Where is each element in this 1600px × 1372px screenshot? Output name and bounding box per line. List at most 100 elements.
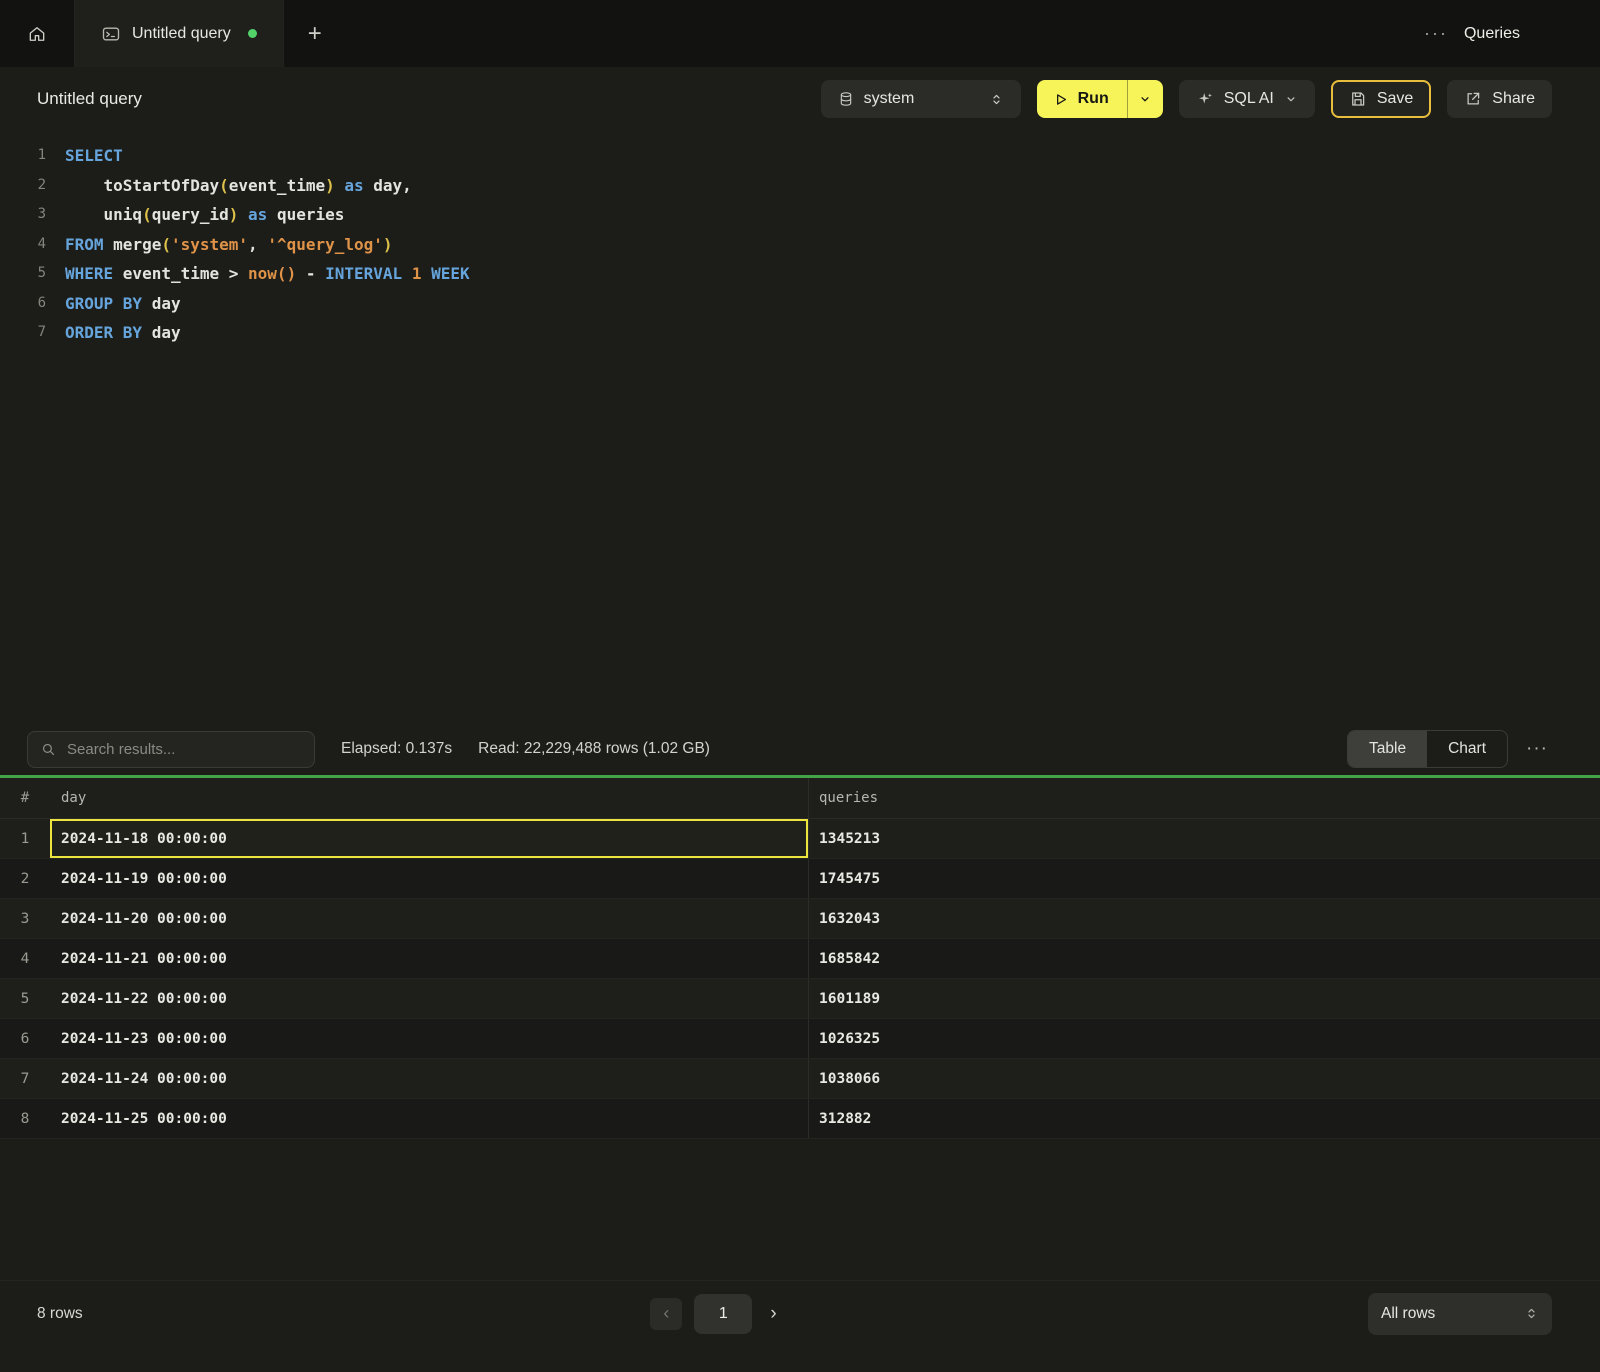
code-token: merge — [113, 235, 161, 254]
queries-cell[interactable]: 1745475 — [808, 859, 1600, 898]
query-toolbar: Untitled query system Run — [0, 67, 1600, 131]
code-line[interactable]: 4FROM merge('system', '^query_log') — [0, 230, 1600, 260]
code-text: uniq(query_id) as queries — [46, 200, 344, 230]
row-number-cell[interactable]: 4 — [0, 939, 50, 978]
share-button[interactable]: Share — [1447, 80, 1552, 118]
col-header-queries[interactable]: queries — [808, 778, 1600, 818]
queries-cell[interactable]: 1038066 — [808, 1059, 1600, 1098]
code-token: 'system' — [171, 235, 248, 254]
results-header-row: # day queries — [0, 778, 1600, 819]
play-icon — [1052, 91, 1069, 108]
home-button[interactable] — [0, 0, 75, 67]
code-text: FROM merge('system', '^query_log') — [46, 230, 393, 260]
code-token: event_time — [123, 264, 229, 283]
code-token: ( — [142, 205, 152, 224]
share-label: Share — [1492, 90, 1535, 108]
queries-cell[interactable]: 312882 — [808, 1099, 1600, 1138]
line-number: 2 — [0, 171, 46, 201]
results-more-icon[interactable]: ··· — [1522, 738, 1552, 760]
view-table-tab[interactable]: Table — [1348, 731, 1427, 767]
day-cell[interactable]: 2024-11-18 00:00:00 — [50, 819, 808, 858]
table-row[interactable]: 42024-11-21 00:00:001685842 — [0, 939, 1600, 979]
day-cell[interactable]: 2024-11-24 00:00:00 — [50, 1059, 808, 1098]
code-line[interactable]: 1 SELECT — [0, 141, 1600, 171]
queries-menu-button[interactable]: Queries — [1464, 25, 1520, 43]
run-button[interactable]: Run — [1037, 80, 1127, 118]
day-cell[interactable]: 2024-11-25 00:00:00 — [50, 1099, 808, 1138]
sparkle-icon — [1196, 90, 1214, 108]
search-results-input[interactable] — [67, 741, 302, 758]
code-token: ) — [229, 205, 239, 224]
table-row[interactable]: 82024-11-25 00:00:00312882 — [0, 1099, 1600, 1139]
row-number-cell[interactable]: 2 — [0, 859, 50, 898]
code-line[interactable]: 3 uniq(query_id) as queries — [0, 200, 1600, 230]
code-token: SELECT — [65, 146, 123, 165]
view-chart-tab[interactable]: Chart — [1427, 731, 1507, 767]
table-row[interactable]: 52024-11-22 00:00:001601189 — [0, 979, 1600, 1019]
code-line[interactable]: 6GROUP BY day — [0, 289, 1600, 319]
pagination: ‹ 1 › — [650, 1294, 782, 1334]
code-token: INTERVAL — [325, 264, 412, 283]
footer-right: All rows — [861, 1293, 1552, 1335]
line-number: 7 — [0, 318, 46, 348]
day-cell[interactable]: 2024-11-23 00:00:00 — [50, 1019, 808, 1058]
row-number-cell[interactable]: 3 — [0, 899, 50, 938]
code-token: uniq — [65, 205, 142, 224]
table-row[interactable]: 12024-11-18 00:00:001345213 — [0, 819, 1600, 859]
overflow-menu-icon[interactable]: ··· — [1424, 23, 1448, 44]
database-selector[interactable]: system — [821, 80, 1021, 118]
save-button[interactable]: Save — [1331, 80, 1431, 118]
up-down-chevrons-icon — [989, 91, 1004, 108]
day-cell[interactable]: 2024-11-19 00:00:00 — [50, 859, 808, 898]
table-row[interactable]: 22024-11-19 00:00:001745475 — [0, 859, 1600, 899]
home-icon — [27, 24, 47, 44]
page-number-button[interactable]: 1 — [694, 1294, 752, 1334]
queries-cell[interactable]: 1685842 — [808, 939, 1600, 978]
row-number-cell[interactable]: 5 — [0, 979, 50, 1018]
code-token: GROUP BY — [65, 294, 152, 313]
queries-cell[interactable]: 1345213 — [808, 819, 1600, 858]
row-number-cell[interactable]: 6 — [0, 1019, 50, 1058]
code-token: day — [152, 294, 181, 313]
rows-per-page-selector[interactable]: All rows — [1368, 1293, 1552, 1335]
editor-lines: 1 SELECT 2 toStartOfDay(event_time) as day… — [0, 141, 1600, 348]
sql-ai-button[interactable]: SQL AI — [1179, 80, 1315, 118]
code-token: > — [229, 264, 248, 283]
day-cell[interactable]: 2024-11-20 00:00:00 — [50, 899, 808, 938]
table-row[interactable]: 32024-11-20 00:00:001632043 — [0, 899, 1600, 939]
line-number: 3 — [0, 200, 46, 230]
sql-editor[interactable]: 1 SELECT 2 toStartOfDay(event_time) as day… — [0, 131, 1600, 723]
search-results-box[interactable] — [27, 731, 315, 768]
queries-cell[interactable]: 1026325 — [808, 1019, 1600, 1058]
table-row[interactable]: 62024-11-23 00:00:001026325 — [0, 1019, 1600, 1059]
table-row[interactable]: 72024-11-24 00:00:001038066 — [0, 1059, 1600, 1099]
code-text: ORDER BY day — [46, 318, 181, 348]
code-token: '^query_log' — [267, 235, 383, 254]
day-cell[interactable]: 2024-11-21 00:00:00 — [50, 939, 808, 978]
run-options-button[interactable] — [1127, 80, 1163, 118]
day-cell[interactable]: 2024-11-22 00:00:00 — [50, 979, 808, 1018]
code-token: WEEK — [431, 264, 470, 283]
prev-page-button[interactable]: ‹ — [650, 1298, 682, 1330]
row-count: 8 rows — [37, 1305, 728, 1323]
code-token: ) — [325, 176, 335, 195]
code-line[interactable]: 5WHERE event_time > now() - INTERVAL 1 W… — [0, 259, 1600, 289]
row-number-cell[interactable]: 8 — [0, 1099, 50, 1138]
tab-untitled-query[interactable]: Untitled query — [75, 0, 284, 67]
code-line[interactable]: 2 toStartOfDay(event_time) as day, — [0, 171, 1600, 201]
code-token: query_id — [152, 205, 229, 224]
new-tab-button[interactable]: + — [284, 0, 346, 67]
next-page-button[interactable]: › — [764, 1303, 782, 1325]
row-number-cell[interactable]: 7 — [0, 1059, 50, 1098]
col-header-index[interactable]: # — [0, 778, 50, 818]
code-line[interactable]: 7ORDER BY day — [0, 318, 1600, 348]
queries-cell[interactable]: 1601189 — [808, 979, 1600, 1018]
row-number-cell[interactable]: 1 — [0, 819, 50, 858]
col-header-day[interactable]: day — [50, 778, 808, 818]
code-token: now() — [248, 264, 296, 283]
code-token: queries — [277, 205, 344, 224]
sql-ai-label: SQL AI — [1224, 90, 1274, 108]
run-label: Run — [1078, 90, 1109, 108]
queries-cell[interactable]: 1632043 — [808, 899, 1600, 938]
line-number: 1 — [0, 141, 46, 171]
